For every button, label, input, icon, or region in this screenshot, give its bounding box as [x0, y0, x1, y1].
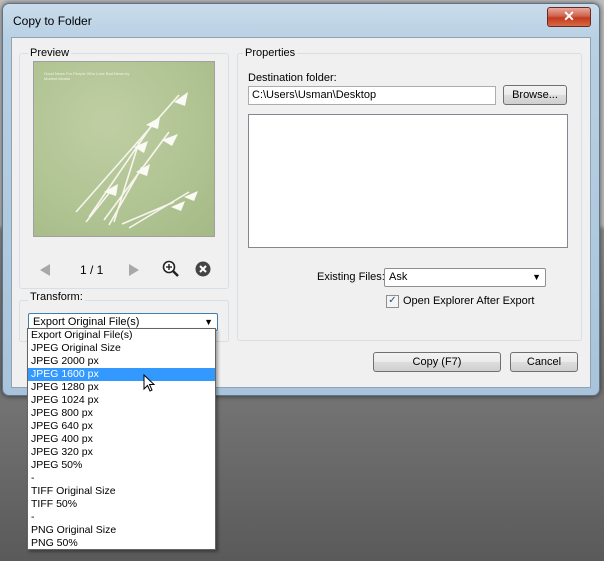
mouse-cursor-icon — [143, 374, 156, 392]
transform-selected-value: Export Original File(s) — [33, 316, 140, 328]
dropdown-option[interactable]: TIFF 50% — [28, 498, 215, 511]
album-cover-image: Good News For People Who Love Bad News b… — [33, 61, 215, 237]
dropdown-option[interactable]: TIFF Original Size — [28, 485, 215, 498]
chevron-down-icon: ▼ — [532, 272, 541, 282]
remove-icon[interactable] — [195, 261, 211, 277]
browse-button[interactable]: Browse... — [503, 85, 567, 105]
dropdown-option[interactable]: JPEG 1024 px — [28, 394, 215, 407]
destination-folder-input[interactable]: C:\Users\Usman\Desktop — [248, 86, 496, 105]
cover-artwork — [75, 92, 198, 229]
destination-label: Destination folder: — [248, 72, 337, 84]
existing-files-select[interactable]: Ask ▼ — [384, 268, 546, 287]
dropdown-option[interactable]: PNG Original Size — [28, 524, 215, 537]
dropdown-option-highlighted[interactable]: JPEG 1600 px — [28, 368, 215, 381]
existing-files-label: Existing Files: — [317, 271, 385, 283]
preview-label: Preview — [28, 47, 72, 59]
dropdown-option[interactable]: JPEG 1280 px — [28, 381, 215, 394]
dropdown-option[interactable]: JPEG 800 px — [28, 407, 215, 420]
dropdown-option[interactable]: Export Original File(s) — [28, 329, 215, 342]
properties-label: Properties — [243, 47, 298, 59]
transform-label: Transform: — [28, 291, 85, 303]
existing-files-value: Ask — [389, 271, 408, 283]
dropdown-option[interactable]: PNG 50% — [28, 537, 215, 550]
open-explorer-checkbox[interactable]: ✓ — [386, 295, 399, 308]
window-title: Copy to Folder — [13, 14, 92, 28]
dropdown-separator: - — [31, 472, 35, 484]
dropdown-option[interactable]: JPEG Original Size — [28, 342, 215, 355]
dropdown-option[interactable]: JPEG 320 px — [28, 446, 215, 459]
dropdown-option[interactable]: JPEG 50% — [28, 459, 215, 472]
file-list-box[interactable] — [248, 114, 568, 248]
prev-arrow-icon[interactable] — [40, 264, 50, 276]
dropdown-option[interactable]: JPEG 2000 px — [28, 355, 215, 368]
close-button[interactable]: ✕ — [547, 7, 591, 27]
transform-dropdown-list[interactable]: Export Original File(s) JPEG Original Si… — [27, 328, 216, 550]
cancel-button[interactable]: Cancel — [510, 352, 578, 372]
open-explorer-label: Open Explorer After Export — [403, 295, 535, 307]
next-arrow-icon[interactable] — [129, 264, 139, 276]
dropdown-separator: - — [31, 511, 35, 523]
zoom-in-icon[interactable] — [162, 260, 180, 278]
page-indicator: 1 / 1 — [80, 263, 104, 277]
dropdown-option[interactable]: JPEG 640 px — [28, 420, 215, 433]
dropdown-option[interactable]: JPEG 400 px — [28, 433, 215, 446]
copy-button[interactable]: Copy (F7) — [373, 352, 501, 372]
